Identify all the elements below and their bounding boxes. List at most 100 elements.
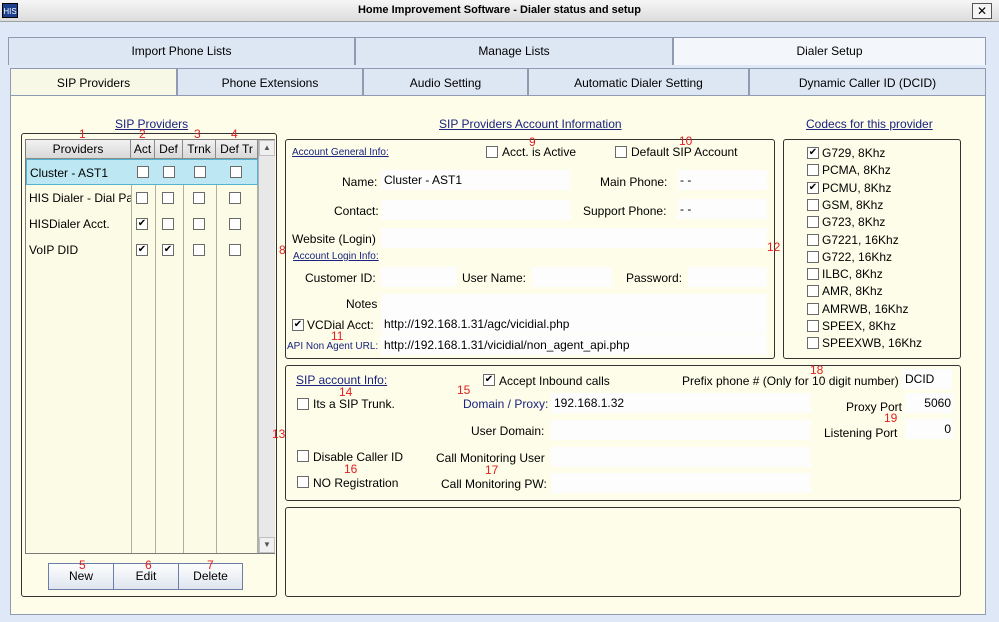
marker-18: 18 xyxy=(810,363,824,377)
table-row[interactable]: HISDialer Acct. ✔ xyxy=(26,211,258,237)
accept-inbound-checkbox[interactable]: ✔ xyxy=(483,374,495,386)
trnk-checkbox[interactable] xyxy=(193,244,205,256)
col-header-providers[interactable]: Providers xyxy=(26,140,131,159)
tab-manage-lists[interactable]: Manage Lists xyxy=(355,37,673,65)
user-name-field[interactable] xyxy=(532,267,612,287)
col-header-trnk[interactable]: Trnk xyxy=(183,140,216,159)
domain-proxy-label: Domain / Proxy: xyxy=(463,397,549,411)
password-field[interactable] xyxy=(688,267,767,287)
no-registration-checkbox[interactable] xyxy=(297,476,309,488)
disable-caller-id-checkbox[interactable] xyxy=(297,450,309,462)
account-info-title: SIP Providers Account Information xyxy=(439,117,622,131)
disable-caller-id-label: Disable Caller ID xyxy=(313,450,404,464)
trnk-checkbox[interactable] xyxy=(194,166,206,178)
def-checkbox[interactable] xyxy=(162,218,174,230)
def-checkbox[interactable] xyxy=(162,192,174,204)
scroll-down-icon[interactable]: ▼ xyxy=(259,537,275,553)
website-label: Website (Login) xyxy=(292,232,376,246)
act-checkbox[interactable] xyxy=(137,166,149,178)
def-tr-checkbox[interactable] xyxy=(229,244,241,256)
tab-import-phone-lists[interactable]: Import Phone Lists xyxy=(8,37,355,65)
notes-field[interactable] xyxy=(381,294,767,314)
codec-checkbox[interactable] xyxy=(807,199,819,211)
marker-19: 19 xyxy=(884,411,898,425)
codec-label: AMR, 8Khz xyxy=(822,284,883,298)
no-registration-label: NO Registration xyxy=(313,476,399,490)
act-checkbox[interactable] xyxy=(136,192,148,204)
tab-automatic-dialer-setting[interactable]: Automatic Dialer Setting xyxy=(528,68,749,96)
call-monitoring-user-field[interactable] xyxy=(551,447,811,467)
codec-checkbox[interactable] xyxy=(807,320,819,332)
def-tr-checkbox[interactable] xyxy=(229,192,241,204)
codec-checkbox[interactable] xyxy=(807,303,819,315)
contact-field[interactable] xyxy=(381,200,571,220)
def-tr-checkbox[interactable] xyxy=(229,218,241,230)
prefix-phone-field[interactable]: DCID xyxy=(902,369,952,389)
tab-dialer-setup[interactable]: Dialer Setup xyxy=(673,37,986,65)
user-domain-field[interactable] xyxy=(551,420,811,440)
providers-grid: Providers Act Def Trnk Def Tr Cluster - … xyxy=(25,139,275,554)
marker-10: 10 xyxy=(679,134,693,148)
provider-name: HISDialer Acct. xyxy=(29,217,110,231)
trnk-checkbox[interactable] xyxy=(193,192,205,204)
act-checkbox[interactable]: ✔ xyxy=(136,244,148,256)
act-checkbox[interactable]: ✔ xyxy=(136,218,148,230)
listening-port-label: Listening Port xyxy=(824,426,898,440)
marker-2: 2 xyxy=(139,127,146,141)
provider-name: VoIP DID xyxy=(29,243,79,257)
codec-checkbox[interactable] xyxy=(807,337,819,349)
scroll-up-icon[interactable]: ▲ xyxy=(259,140,275,156)
marker-7: 7 xyxy=(207,558,214,572)
customer-id-field[interactable] xyxy=(381,267,457,287)
call-monitoring-pw-field[interactable] xyxy=(551,473,811,493)
support-phone-field[interactable]: - - xyxy=(677,199,767,219)
codec-checkbox[interactable] xyxy=(807,234,819,246)
table-row[interactable]: HIS Dialer - Dial Pa xyxy=(26,185,258,211)
codec-checkbox[interactable]: ✔ xyxy=(807,147,819,159)
providers-scrollbar[interactable]: ▲ ▼ xyxy=(258,140,275,553)
def-checkbox[interactable]: ✔ xyxy=(162,244,174,256)
main-phone-field[interactable]: - - xyxy=(677,170,767,190)
codec-checkbox[interactable] xyxy=(807,216,819,228)
provider-name: Cluster - AST1 xyxy=(30,166,109,180)
trnk-checkbox[interactable] xyxy=(193,218,205,230)
api-url-field[interactable]: http://192.168.1.31/vicidial/non_agent_a… xyxy=(381,335,767,355)
sip-trunk-checkbox[interactable] xyxy=(297,398,309,410)
col-header-def[interactable]: Def xyxy=(155,140,183,159)
acct-active-checkbox[interactable] xyxy=(486,146,498,158)
name-field[interactable]: Cluster - AST1 xyxy=(381,170,571,190)
close-button[interactable]: ✕ xyxy=(972,3,992,19)
provider-name: HIS Dialer - Dial Pa xyxy=(29,191,131,205)
marker-17: 17 xyxy=(485,463,499,477)
notes-label: Notes xyxy=(346,297,378,311)
marker-6: 6 xyxy=(145,558,152,572)
col-header-act[interactable]: Act xyxy=(131,140,155,159)
tab-audio-setting[interactable]: Audio Setting xyxy=(363,68,528,96)
def-tr-checkbox[interactable] xyxy=(230,166,242,178)
default-sip-checkbox[interactable] xyxy=(615,146,627,158)
website-field[interactable] xyxy=(381,228,767,248)
domain-proxy-field[interactable]: 192.168.1.32 xyxy=(551,393,811,413)
tab-dynamic-caller-id[interactable]: Dynamic Caller ID (DCID) xyxy=(749,68,986,96)
vcdial-url-field[interactable]: http://192.168.1.31/agc/vicidial.php xyxy=(381,314,767,334)
main-phone-label: Main Phone: xyxy=(600,175,668,189)
col-header-def-tr[interactable]: Def Tr xyxy=(216,140,258,159)
codec-checkbox[interactable] xyxy=(807,164,819,176)
codec-checkbox[interactable] xyxy=(807,251,819,263)
listening-port-field[interactable]: 0 xyxy=(905,419,953,439)
tab-phone-extensions[interactable]: Phone Extensions xyxy=(177,68,363,96)
table-row[interactable]: VoIP DID ✔ ✔ xyxy=(26,237,258,263)
def-checkbox[interactable] xyxy=(163,166,175,178)
table-row[interactable]: Cluster - AST1 xyxy=(26,159,258,185)
codec-checkbox[interactable]: ✔ xyxy=(807,182,819,194)
codec-checkbox[interactable] xyxy=(807,268,819,280)
proxy-port-field[interactable]: 5060 xyxy=(905,393,953,413)
marker-11: 11 xyxy=(331,329,344,343)
codec-label: SPEEXWB, 16Khz xyxy=(822,336,923,350)
call-monitoring-pw-label: Call Monitoring PW: xyxy=(441,477,547,491)
codec-label: PCMU, 8Khz xyxy=(822,181,892,195)
marker-8: 8 xyxy=(279,243,286,257)
vcdial-checkbox[interactable]: ✔ xyxy=(292,319,304,331)
codec-checkbox[interactable] xyxy=(807,285,819,297)
tab-sip-providers[interactable]: SIP Providers xyxy=(10,68,177,96)
